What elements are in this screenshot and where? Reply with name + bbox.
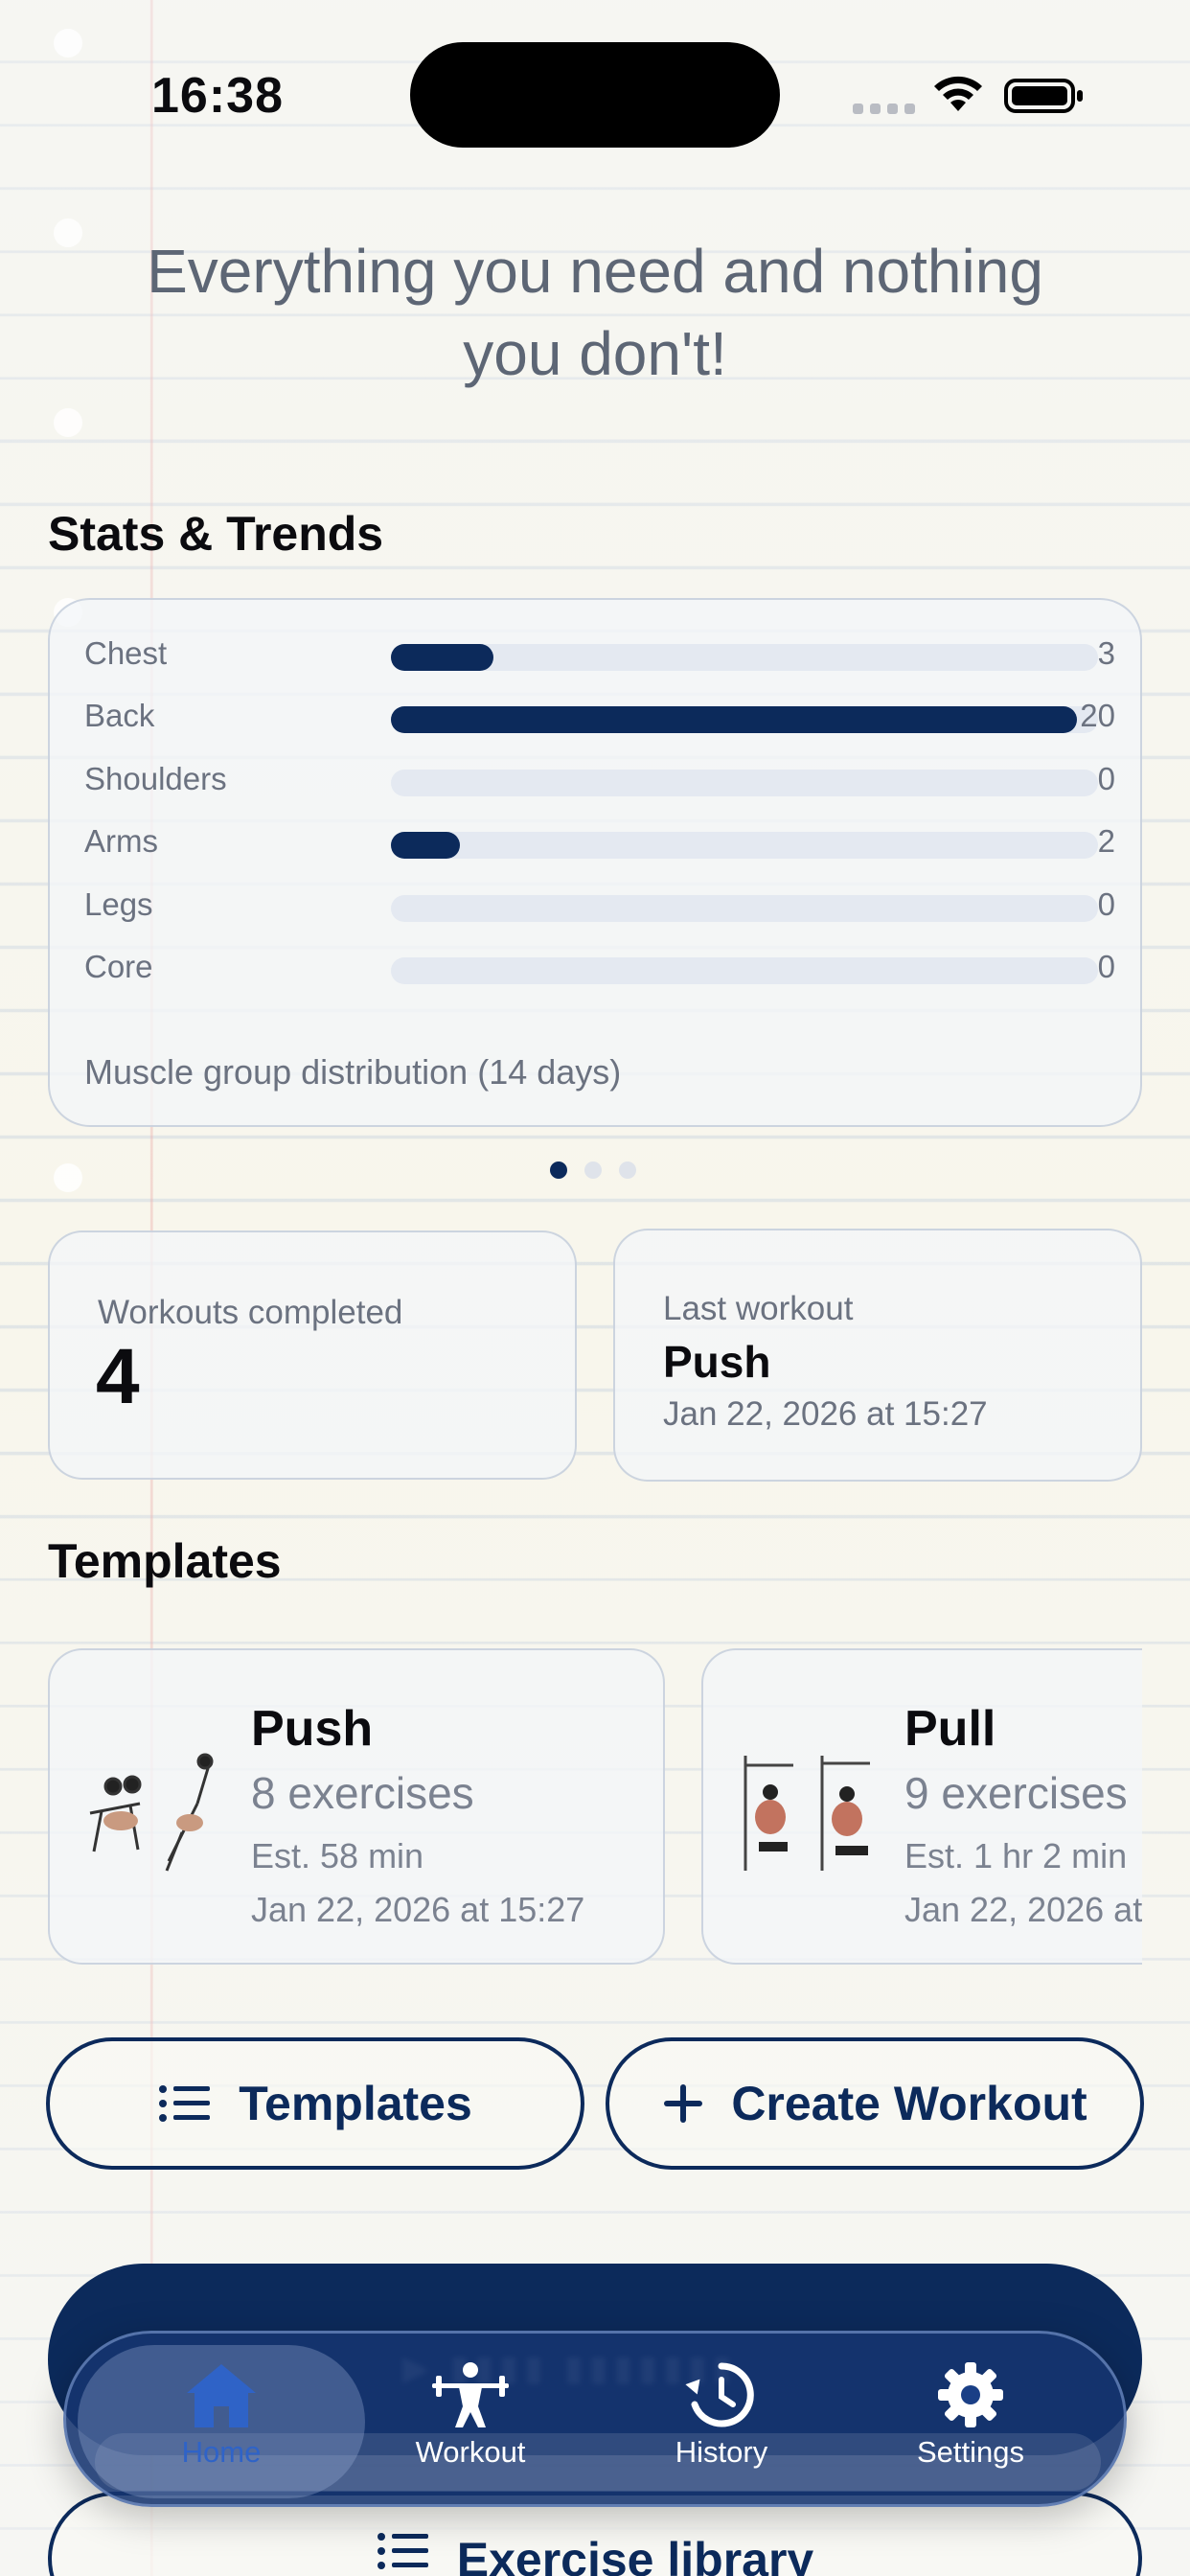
tab-settings[interactable]: Settings: [875, 2360, 1066, 2470]
workouts-completed-label: Workouts completed: [98, 1294, 403, 1331]
tab-workout-label: Workout: [415, 2435, 526, 2469]
template-date: Jan 22, 2026 at 15:27: [251, 1890, 585, 1929]
tab-bar: Home Workout History Settings: [63, 2331, 1127, 2507]
template-exercise-count: 9 exercises: [904, 1768, 1128, 1818]
workouts-completed-value: 4: [96, 1333, 140, 1420]
status-time: 16:38: [151, 68, 284, 124]
stats-card[interactable]: Chest 3 Back 20 Shoulders 0 Arms 2 Legs …: [48, 598, 1142, 1127]
bar-value: 20: [1080, 698, 1115, 733]
stats-caption: Muscle group distribution (14 days): [84, 1052, 622, 1092]
page-dot-active[interactable]: [550, 1162, 567, 1179]
tab-history[interactable]: History: [626, 2360, 817, 2470]
paper-hole: [54, 408, 82, 437]
stats-section-title: Stats & Trends: [48, 507, 384, 561]
list-icon: [377, 2533, 428, 2569]
tagline: Everything you need and nothing you don'…: [147, 237, 1043, 388]
bar-value: 0: [1097, 761, 1115, 796]
weightlifter-icon: [432, 2362, 509, 2427]
tab-workout[interactable]: Workout: [375, 2360, 566, 2470]
template-exercise-count: 8 exercises: [251, 1768, 474, 1818]
pull-exercise-illustration-icon: [744, 1756, 870, 1871]
templates-button[interactable]: Templates: [46, 2037, 584, 2170]
bar-row-chest: Chest 3: [84, 634, 1115, 673]
exercise-library-button-label: Exercise library: [456, 2533, 814, 2576]
bar-row-arms: Arms 2: [84, 822, 1115, 861]
create-workout-button-label: Create Workout: [731, 2077, 1087, 2130]
battery-icon: [1004, 79, 1083, 113]
bar-label: Chest: [84, 635, 168, 671]
tab-home-label: Home: [181, 2435, 262, 2469]
bar-row-shoulders: Shoulders 0: [84, 760, 1115, 798]
template-estimate: Est. 58 min: [251, 1836, 424, 1875]
bar-fill: [391, 644, 493, 671]
push-exercise-illustration-icon: [89, 1753, 214, 1872]
gear-icon: [938, 2362, 1003, 2427]
tab-history-label: History: [675, 2435, 768, 2469]
bar-track: [391, 770, 1098, 796]
bar-value: 2: [1097, 823, 1115, 859]
bar-row-back: Back 20: [84, 697, 1115, 735]
bar-row-core: Core 0: [84, 948, 1115, 986]
bar-track: [391, 832, 1098, 859]
wifi-icon: [934, 76, 982, 111]
template-card-push[interactable]: Push 8 exercises Est. 58 min Jan 22, 202…: [48, 1648, 665, 1965]
bar-value: 0: [1097, 949, 1115, 984]
bar-label: Shoulders: [84, 761, 227, 796]
bar-row-legs: Legs 0: [84, 886, 1115, 924]
bar-label: Arms: [84, 823, 158, 859]
tab-home[interactable]: Home: [126, 2360, 317, 2470]
bar-track: [391, 644, 1098, 671]
cellular-signal-icon: [853, 104, 915, 114]
bar-label: Core: [84, 949, 153, 984]
bar-fill: [391, 706, 1077, 733]
template-name: Pull: [904, 1701, 996, 1757]
last-workout-card[interactable]: Last workout Push Jan 22, 2026 at 15:27: [613, 1229, 1142, 1482]
paper-hole: [54, 1163, 82, 1192]
workouts-completed-card: Workouts completed 4: [48, 1230, 577, 1480]
bar-label: Back: [84, 698, 155, 733]
bar-track: [391, 895, 1098, 922]
page-dot[interactable]: [584, 1162, 602, 1179]
templates-carousel[interactable]: Push 8 exercises Est. 58 min Jan 22, 202…: [0, 1629, 1142, 1993]
bar-track: [391, 957, 1098, 984]
create-workout-button[interactable]: Create Workout: [606, 2037, 1144, 2170]
house-icon: [187, 2364, 256, 2427]
last-workout-label: Last workout: [663, 1290, 854, 1327]
tab-settings-label: Settings: [916, 2435, 1024, 2469]
dynamic-island: [410, 42, 780, 148]
last-workout-name: Push: [663, 1337, 771, 1387]
bar-value: 0: [1097, 886, 1115, 922]
list-icon: [159, 2085, 211, 2122]
last-workout-date: Jan 22, 2026 at 15:27: [663, 1395, 988, 1433]
page-dot[interactable]: [619, 1162, 636, 1179]
bar-label: Legs: [84, 886, 153, 922]
templates-button-label: Templates: [239, 2077, 472, 2130]
bar-value: 3: [1097, 635, 1115, 671]
template-estimate: Est. 1 hr 2 min: [904, 1836, 1128, 1875]
template-card-pull[interactable]: Pull 9 exercises Est. 1 hr 2 min Jan 22,…: [701, 1648, 1142, 1965]
clock-history-icon: [685, 2362, 754, 2427]
paper-hole: [54, 218, 82, 247]
bar-fill: [391, 832, 460, 859]
plus-icon: [664, 2084, 703, 2123]
template-name: Push: [251, 1701, 374, 1757]
page-indicator[interactable]: [550, 1162, 636, 1179]
bar-track: [391, 706, 1098, 733]
paper-hole: [54, 29, 82, 58]
templates-section-title: Templates: [48, 1534, 282, 1588]
template-date: Jan 22, 2026 at 15:27: [904, 1890, 1142, 1929]
